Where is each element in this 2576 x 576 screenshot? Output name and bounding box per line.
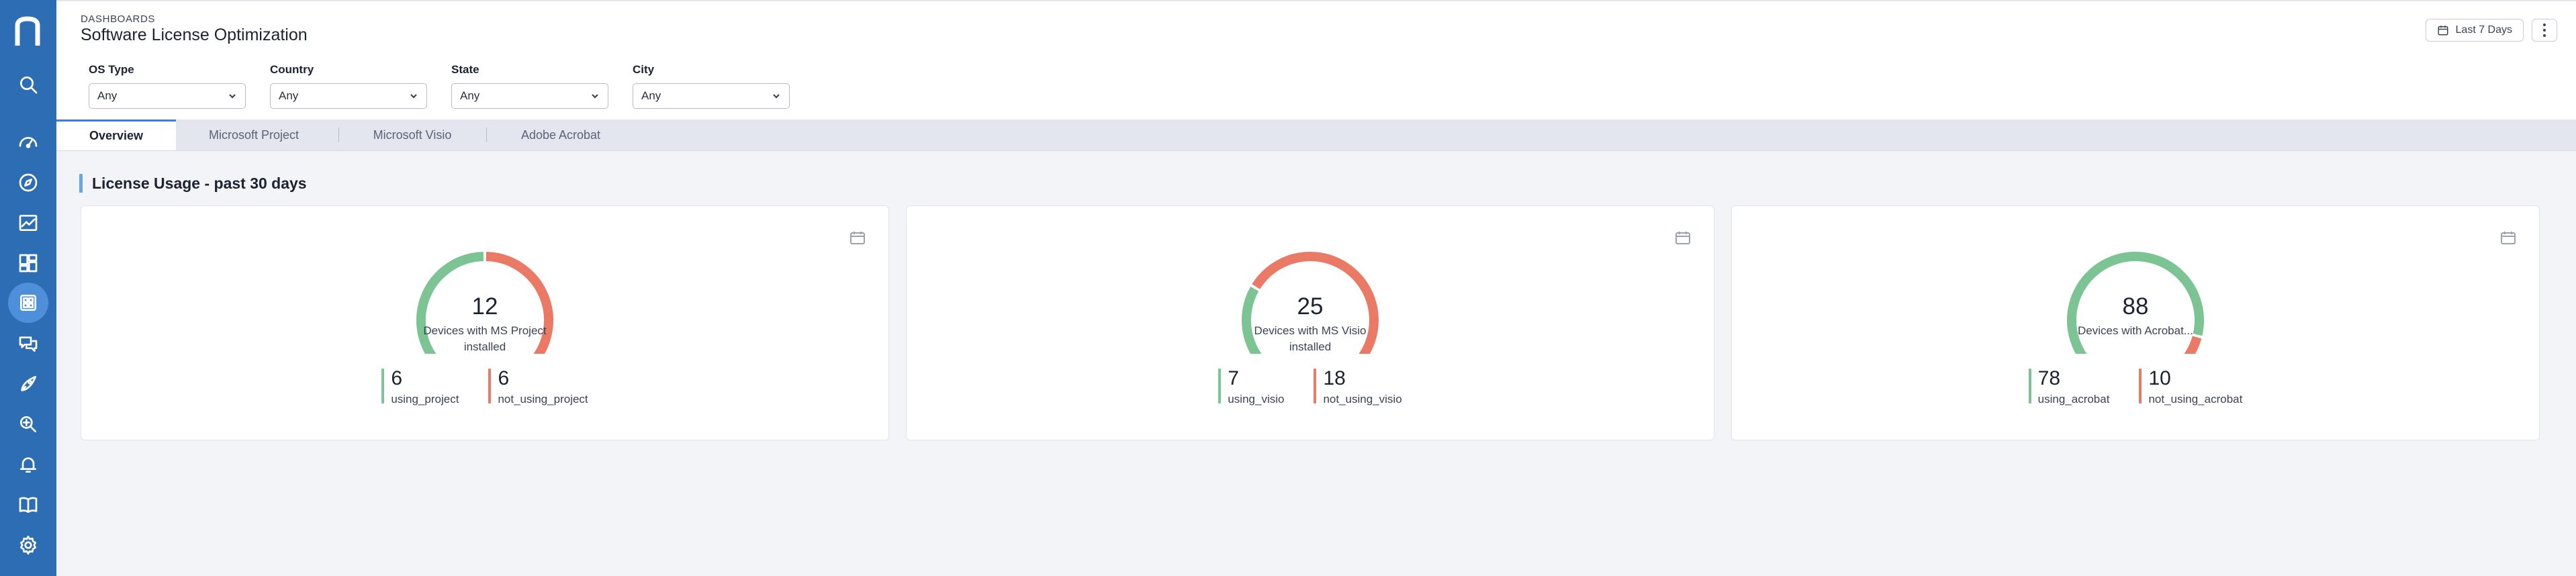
rocket-icon[interactable]	[15, 371, 42, 397]
legend-item-unused[interactable]: 18 not_using_visio	[1314, 367, 1402, 406]
apps-icon[interactable]	[8, 283, 48, 323]
legend-item-unused[interactable]: 6 not_using_project	[488, 367, 588, 406]
logo[interactable]	[13, 16, 42, 47]
gauge-label: Devices with MS Visio installed	[1254, 324, 1367, 353]
legend-value: 6	[498, 367, 510, 389]
filter-label: State	[451, 63, 479, 76]
legend-item-used[interactable]: 7 using_visio	[1218, 367, 1284, 406]
legend-value: 10	[2148, 367, 2171, 389]
legend: 78 using_acrobat 10 not_using_acrobat	[1732, 367, 2539, 406]
legend-label: using_acrobat	[2037, 393, 2110, 405]
license-card-acrobat: 88 Devices with Acrobat... 78 using_acro…	[1731, 205, 2540, 440]
legend-value: 18	[1323, 367, 1346, 389]
legend-item-unused[interactable]: 10 not_using_acrobat	[2139, 367, 2242, 406]
select-value: Any	[97, 89, 118, 102]
legend-value: 6	[391, 367, 403, 389]
chevron-down-icon	[410, 94, 417, 99]
more-vertical-icon	[2543, 22, 2546, 38]
gauge-label: Devices with Acrobat...	[2078, 324, 2193, 337]
gear-icon[interactable]	[15, 532, 42, 559]
sidebar	[0, 0, 56, 576]
book-icon[interactable]	[15, 491, 42, 518]
gauge-value: 25	[1297, 293, 1324, 320]
gauge-chart: 88 Devices with Acrobat...	[2062, 246, 2209, 354]
tab-overview[interactable]: Overview	[56, 119, 176, 150]
chevron-down-icon	[773, 94, 780, 99]
legend: 6 using_project 6 not_using_project	[81, 367, 888, 406]
chat-icon[interactable]	[15, 330, 42, 357]
calendar-icon[interactable]	[1675, 230, 1691, 245]
bell-icon[interactable]	[15, 451, 42, 478]
dashboard-icon[interactable]	[15, 250, 42, 277]
filter-label: OS Type	[89, 63, 134, 76]
filter-label: City	[633, 63, 655, 76]
city-select[interactable]: Any	[633, 83, 790, 109]
legend-label: using_project	[391, 393, 459, 405]
calendar-icon	[2438, 26, 2448, 36]
filter-os-type: OS Type Any	[89, 63, 246, 109]
tab-adobe-acrobat[interactable]: Adobe Acrobat	[486, 119, 635, 150]
filter-state: State Any	[451, 63, 608, 109]
more-options-button[interactable]	[2532, 19, 2557, 42]
breadcrumb[interactable]: DASHBOARDS	[81, 13, 155, 25]
speedometer-icon[interactable]	[15, 129, 42, 156]
select-value: Any	[279, 89, 299, 102]
tab-microsoft-project[interactable]: Microsoft Project	[176, 119, 332, 150]
investigate-icon[interactable]	[15, 411, 42, 438]
license-card-project: 12 Devices with MS Project installed 6 u…	[81, 205, 889, 440]
gauge-value: 88	[2122, 293, 2149, 320]
gauge-unused-arc	[2184, 336, 2202, 354]
compass-icon[interactable]	[15, 169, 42, 196]
filter-city: City Any	[633, 63, 790, 109]
chevron-down-icon	[229, 94, 236, 99]
os-type-select[interactable]: Any	[89, 83, 246, 109]
chevron-down-icon	[592, 94, 598, 99]
legend-value: 7	[1228, 367, 1240, 389]
gauge-chart: 12 Devices with MS Project installed	[411, 246, 559, 354]
legend-label: not_using_project	[498, 393, 588, 405]
legend-label: not_using_visio	[1323, 393, 1402, 405]
date-range-button[interactable]: Last 7 Days	[2425, 19, 2524, 42]
legend-item-used[interactable]: 6 using_project	[381, 367, 459, 406]
select-value: Any	[641, 89, 661, 102]
calendar-icon[interactable]	[2500, 230, 2516, 245]
select-value: Any	[460, 89, 480, 102]
legend-label: using_visio	[1228, 393, 1285, 405]
country-select[interactable]: Any	[270, 83, 427, 109]
calendar-icon[interactable]	[849, 230, 866, 245]
state-select[interactable]: Any	[451, 83, 608, 109]
gauge-chart: 25 Devices with MS Visio installed	[1236, 246, 1384, 354]
gauge-label: Devices with MS Project installed	[423, 324, 547, 353]
tab-bar: Overview Microsoft Project Microsoft Vis…	[56, 119, 2576, 151]
tab-microsoft-visio[interactable]: Microsoft Visio	[338, 119, 486, 150]
search-icon[interactable]	[15, 71, 42, 98]
section-title: License Usage - past 30 days	[79, 173, 307, 193]
license-card-visio: 25 Devices with MS Visio installed 7 usi…	[906, 205, 1714, 440]
gauge-value: 12	[471, 293, 498, 320]
chart-icon[interactable]	[15, 209, 42, 236]
header: DASHBOARDS Software License Optimization…	[56, 0, 2576, 121]
legend-item-used[interactable]: 78 using_acrobat	[2028, 367, 2110, 406]
filter-label: Country	[270, 63, 314, 76]
legend-value: 78	[2037, 367, 2061, 389]
page-title: Software License Optimization	[81, 26, 308, 44]
filter-country: Country Any	[270, 63, 427, 109]
legend-label: not_using_acrobat	[2148, 393, 2243, 405]
date-range-label: Last 7 Days	[2455, 24, 2512, 36]
legend: 7 using_visio 18 not_using_visio	[907, 367, 1714, 406]
